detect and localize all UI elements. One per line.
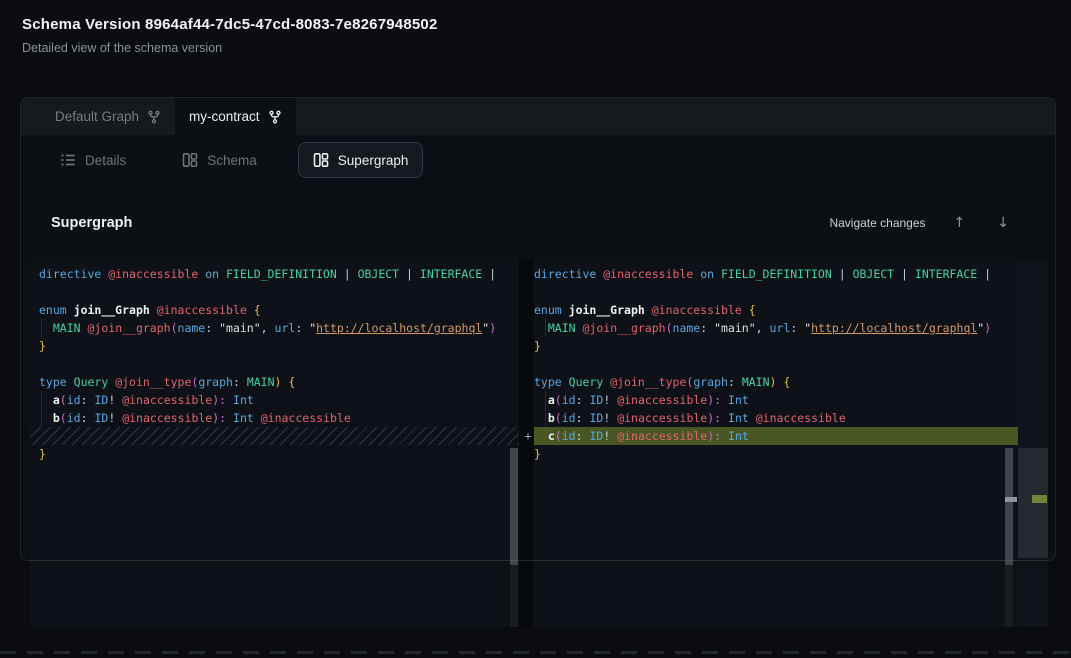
code-line bbox=[534, 355, 1018, 373]
right-scrollbar-track[interactable] bbox=[1005, 565, 1013, 627]
subtab-supergraph-label: Supergraph bbox=[338, 153, 409, 168]
page-title: Schema Version 8964af44-7dc5-47cd-8083-7… bbox=[22, 16, 438, 33]
layout-icon bbox=[182, 152, 198, 168]
tab-my-contract-label: my-contract bbox=[189, 109, 260, 124]
diff-insert-marker: + bbox=[521, 427, 535, 445]
supergraph-panel-header: Supergraph Navigate changes ↑ ↓ bbox=[21, 185, 1055, 260]
panel-title: Supergraph bbox=[51, 215, 132, 231]
indent-guide bbox=[41, 319, 42, 337]
added-code-line: c(id: ID! @inaccessible): Int bbox=[534, 427, 1018, 445]
subtab-schema[interactable]: Schema bbox=[167, 142, 272, 178]
supergraph-diff-editor: directive @inaccessible on FIELD_DEFINIT… bbox=[30, 259, 1048, 627]
code-line: directive @inaccessible on FIELD_DEFINIT… bbox=[534, 265, 1018, 283]
code-line: a(id: ID! @inaccessible): Int bbox=[534, 391, 1018, 409]
previous-change-button[interactable]: ↑ bbox=[950, 213, 970, 233]
page-subtitle: Detailed view of the schema version bbox=[22, 41, 438, 55]
code-line bbox=[39, 283, 519, 301]
navigate-changes-group: Navigate changes ↑ ↓ bbox=[829, 213, 1013, 233]
code-line: enum join__Graph @inaccessible { bbox=[39, 301, 519, 319]
code-line: MAIN @join__graph(name: "main", url: "ht… bbox=[39, 319, 519, 337]
minimap-slider[interactable] bbox=[1018, 448, 1048, 558]
list-icon bbox=[60, 152, 76, 168]
subtab-schema-label: Schema bbox=[207, 153, 257, 168]
tab-default-graph-label: Default Graph bbox=[55, 109, 139, 124]
page-header: Schema Version 8964af44-7dc5-47cd-8083-7… bbox=[22, 16, 438, 55]
code-line: } bbox=[534, 445, 1018, 463]
next-change-button[interactable]: ↓ bbox=[993, 213, 1013, 233]
view-subtab-row: Details Schema Supergraph bbox=[21, 135, 1055, 185]
indent-guide bbox=[41, 391, 42, 427]
minimap-added-change-mark bbox=[1032, 495, 1047, 503]
bottom-dashed-divider bbox=[0, 651, 1071, 654]
fork-icon bbox=[147, 110, 161, 124]
tab-default-graph[interactable]: Default Graph bbox=[41, 98, 175, 135]
scrollbar-position-mark bbox=[1005, 497, 1017, 502]
code-line: directive @inaccessible on FIELD_DEFINIT… bbox=[39, 265, 519, 283]
code-line: type Query @join__type(graph: MAIN) { bbox=[39, 373, 519, 391]
code-line: MAIN @join__graph(name: "main", url: "ht… bbox=[534, 319, 1018, 337]
code-line: b(id: ID! @inaccessible): Int @inaccessi… bbox=[39, 409, 519, 427]
code-line: type Query @join__type(graph: MAIN) { bbox=[534, 373, 1018, 391]
left-scrollbar-track[interactable] bbox=[510, 565, 518, 627]
tab-my-contract[interactable]: my-contract bbox=[175, 98, 296, 135]
code-line: } bbox=[39, 337, 519, 355]
code-line bbox=[39, 355, 519, 373]
layout-icon bbox=[313, 152, 329, 168]
minimap[interactable] bbox=[1018, 259, 1048, 627]
card-bottom-border-line bbox=[30, 560, 1048, 561]
code-line bbox=[534, 283, 1018, 301]
code-line: } bbox=[534, 337, 1018, 355]
graph-tab-strip: Default Graph my-contract bbox=[21, 98, 1055, 135]
indent-guide bbox=[545, 391, 546, 427]
left-scrollbar-thumb[interactable] bbox=[510, 448, 518, 565]
diff-pane-original[interactable]: directive @inaccessible on FIELD_DEFINIT… bbox=[30, 259, 519, 627]
code-line: enum join__Graph @inaccessible { bbox=[534, 301, 1018, 319]
indent-guide bbox=[545, 319, 546, 337]
code-line: b(id: ID! @inaccessible): Int @inaccessi… bbox=[534, 409, 1018, 427]
code-line: a(id: ID! @inaccessible): Int bbox=[39, 391, 519, 409]
collapsed-change-placeholder bbox=[30, 427, 519, 445]
code-line: } bbox=[39, 445, 519, 463]
subtab-details-label: Details bbox=[85, 153, 126, 168]
fork-icon bbox=[268, 110, 282, 124]
navigate-changes-label: Navigate changes bbox=[829, 216, 925, 230]
diff-pane-modified[interactable]: directive @inaccessible on FIELD_DEFINIT… bbox=[534, 259, 1018, 627]
subtab-supergraph[interactable]: Supergraph bbox=[298, 142, 424, 178]
subtab-details[interactable]: Details bbox=[45, 142, 141, 178]
right-scrollbar-thumb[interactable] bbox=[1005, 448, 1013, 565]
